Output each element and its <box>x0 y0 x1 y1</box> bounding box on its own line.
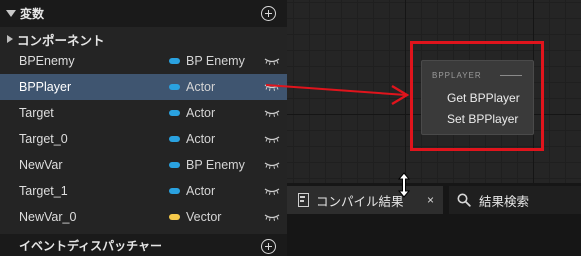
variable-type[interactable]: BP Enemy <box>186 54 245 68</box>
variable-type-pill-icon[interactable] <box>169 84 180 90</box>
tab-compile-results-label: コンパイル結果 <box>316 194 404 209</box>
visibility-eye-icon[interactable] <box>264 135 280 143</box>
variable-type[interactable]: Actor <box>186 80 215 94</box>
variable-row[interactable]: BPEnemy BP Enemy <box>0 48 287 74</box>
highlight-box <box>410 41 544 151</box>
variable-type[interactable]: Actor <box>186 106 215 120</box>
variable-name: NewVar <box>19 158 63 172</box>
compile-log-icon <box>298 193 309 207</box>
tab-find-results-label: 結果検索 <box>479 194 530 209</box>
variable-type[interactable]: BP Enemy <box>186 158 245 172</box>
variable-name: Target_0 <box>19 132 68 146</box>
visibility-eye-icon[interactable] <box>264 161 280 169</box>
variable-type[interactable]: Actor <box>186 184 215 198</box>
visibility-eye-icon[interactable] <box>264 83 280 91</box>
variable-type-pill-icon[interactable] <box>169 110 180 116</box>
event-dispatchers-title: イベントディスパッチャー <box>19 238 163 253</box>
variable-row[interactable]: Target_1 Actor <box>0 178 287 204</box>
event-dispatchers-section-header[interactable]: イベントディスパッチャー <box>0 234 287 256</box>
tab-find-results[interactable]: 結果検索 <box>449 186 581 214</box>
variable-row[interactable]: NewVar BP Enemy <box>0 152 287 178</box>
variable-type-pill-icon[interactable] <box>169 136 180 142</box>
variable-type-pill-icon[interactable] <box>169 188 180 194</box>
variable-row[interactable]: Target Actor <box>0 100 287 126</box>
variable-row[interactable]: NewVar_0 Vector <box>0 204 287 230</box>
collapsed-arrow-icon[interactable] <box>7 35 13 43</box>
add-event-dispatcher-icon[interactable] <box>261 239 276 254</box>
close-tab-icon[interactable]: × <box>427 193 434 207</box>
variable-name: BPEnemy <box>19 54 75 68</box>
variables-section-title: 変数 <box>20 7 45 21</box>
variable-row[interactable]: Target_0 Actor <box>0 126 287 152</box>
variable-name: Target_1 <box>19 184 68 198</box>
tab-compile-results[interactable]: コンパイル結果 × <box>287 186 443 214</box>
visibility-eye-icon[interactable] <box>264 187 280 195</box>
my-blueprint-panel: 変数 コンポーネント BPEnemy BP Enemy BPPlayer Actor T… <box>0 0 287 256</box>
variable-type-pill-icon[interactable] <box>169 162 180 168</box>
visibility-eye-icon[interactable] <box>264 57 280 65</box>
visibility-eye-icon[interactable] <box>264 213 280 221</box>
variable-type-pill-icon[interactable] <box>169 58 180 64</box>
variables-section-header[interactable]: 変数 <box>0 0 287 27</box>
add-variable-icon[interactable] <box>261 6 276 21</box>
variable-name: NewVar_0 <box>19 210 77 224</box>
search-icon <box>457 193 471 207</box>
visibility-eye-icon[interactable] <box>264 109 280 117</box>
variable-list: BPEnemy BP Enemy BPPlayer Actor Target Actor T… <box>0 48 287 230</box>
variable-name: Target <box>19 106 54 120</box>
variable-type[interactable]: Vector <box>186 210 221 224</box>
variable-row[interactable]: BPPlayer Actor <box>0 74 287 100</box>
resize-cursor-icon <box>397 172 411 198</box>
variable-type-pill-icon[interactable] <box>169 214 180 220</box>
variable-name: BPPlayer <box>19 80 72 94</box>
components-category-title: コンポーネント <box>17 33 105 48</box>
variable-type[interactable]: Actor <box>186 132 215 146</box>
expand-arrow-icon[interactable] <box>6 10 16 17</box>
